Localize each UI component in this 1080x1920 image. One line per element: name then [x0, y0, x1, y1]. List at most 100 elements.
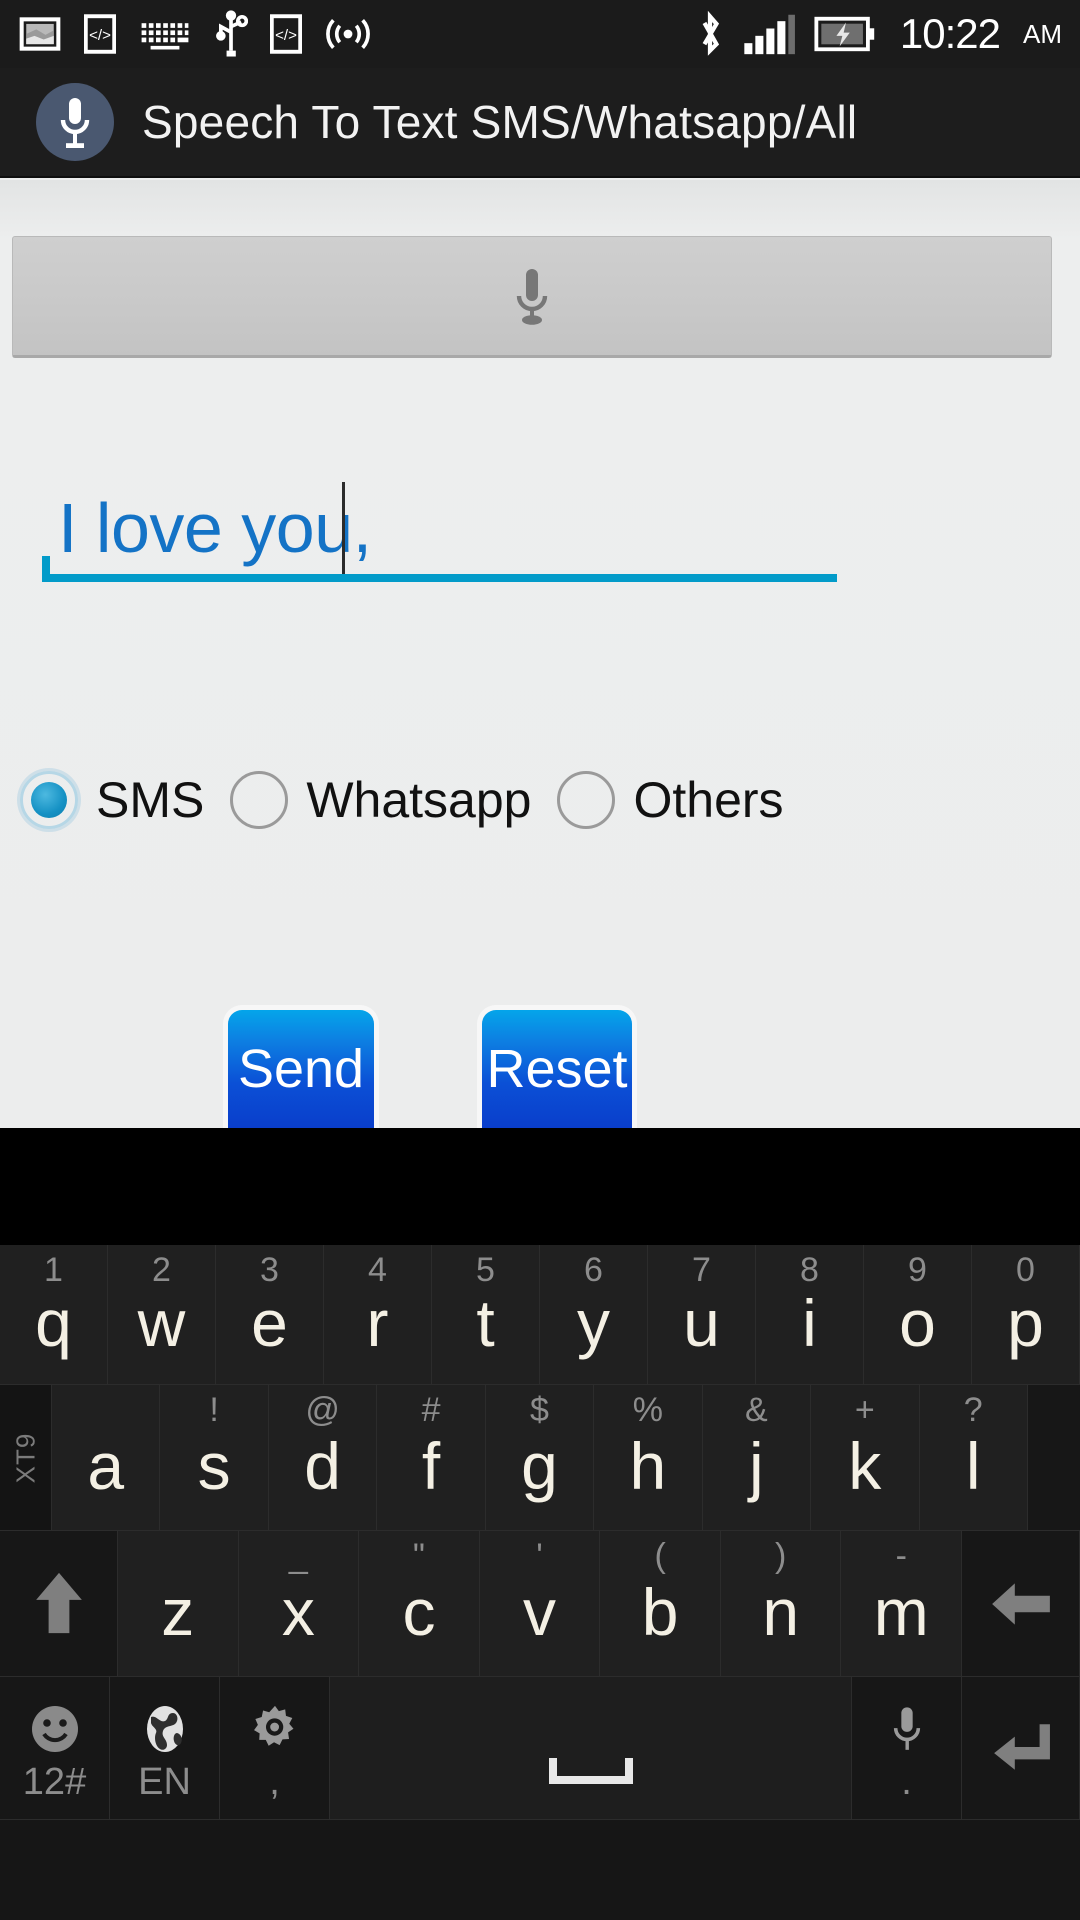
key-alt-h: % — [632, 1391, 664, 1429]
key-i[interactable]: 8i — [756, 1245, 864, 1385]
key-y[interactable]: 6y — [540, 1245, 648, 1385]
send-button[interactable]: Send — [228, 1010, 374, 1128]
key-main-z: z — [161, 1574, 195, 1649]
key-main-q: q — [35, 1285, 72, 1360]
radio-dot-sms — [31, 782, 67, 818]
key-r[interactable]: 4r — [324, 1245, 432, 1385]
speech-text-value: I love you, — [58, 489, 372, 567]
key-main-b: b — [641, 1574, 679, 1649]
key-l[interactable]: ? l — [919, 1385, 1028, 1531]
status-bar-left-icons: </> </> — [18, 10, 694, 58]
gear-icon — [250, 1703, 300, 1758]
globe-icon — [141, 1703, 189, 1760]
key-x[interactable]: _ x — [238, 1531, 360, 1677]
space-key[interactable] — [330, 1677, 852, 1820]
key-alt-p: 0 — [1016, 1251, 1035, 1289]
key-alt-m: - — [895, 1537, 907, 1575]
key-main-m: m — [873, 1574, 929, 1649]
svg-text:</>: </> — [89, 27, 111, 44]
key-g[interactable]: $ g — [485, 1385, 595, 1531]
key-main-r: r — [366, 1285, 389, 1360]
radio-circle-others — [557, 771, 616, 829]
key-j[interactable]: & j — [702, 1385, 812, 1531]
key-main-o: o — [899, 1285, 936, 1360]
key-alt-r: 4 — [368, 1251, 387, 1289]
key-alt-e: 3 — [260, 1251, 279, 1289]
key-t[interactable]: 5t — [432, 1245, 540, 1385]
key-alt-w: 2 — [152, 1251, 171, 1289]
action-buttons-row: Send Reset — [0, 1010, 1080, 1128]
phone-screen: </> </> 10:22 AM Speech To Text SMS/What… — [0, 0, 1080, 1920]
on-screen-keyboard: 1q 2w 3e 4r 5t 6y 7u 8i 9o 0p XT9 a ! s @… — [0, 1245, 1080, 1920]
backspace-arrow-icon — [991, 1582, 1050, 1625]
key-u[interactable]: 7u — [648, 1245, 756, 1385]
key-m[interactable]: -m — [841, 1531, 963, 1677]
key-main-u: u — [683, 1285, 720, 1360]
shift-key[interactable] — [0, 1531, 118, 1677]
text-caret — [342, 482, 345, 574]
key-s[interactable]: ! s — [160, 1385, 269, 1531]
key-alt-s: ! — [209, 1391, 219, 1429]
key-q[interactable]: 1q — [0, 1245, 108, 1385]
svg-text:</>: </> — [275, 27, 297, 44]
screenshot-icon — [19, 17, 61, 51]
key-main-i: i — [802, 1285, 817, 1360]
key-alt-k: + — [854, 1391, 875, 1429]
key-w[interactable]: 2w — [108, 1245, 216, 1385]
backspace-key[interactable] — [962, 1531, 1080, 1677]
key-h[interactable]: % h — [594, 1385, 703, 1531]
key-f[interactable]: # f — [377, 1385, 486, 1531]
radio-option-whatsapp[interactable]: Whatsapp — [230, 771, 531, 829]
key-main-k: k — [848, 1428, 882, 1503]
keyboard-row-1: 1q 2w 3e 4r 5t 6y 7u 8i 9o 0p — [0, 1245, 1080, 1385]
enter-key[interactable] — [962, 1677, 1080, 1820]
key-o[interactable]: 9o — [864, 1245, 972, 1385]
app-microphone-icon — [36, 83, 114, 161]
key-main-a: a — [87, 1428, 125, 1503]
keyboard-suggestion-bar[interactable] — [0, 1128, 1080, 1245]
status-bar-clock: 10:22 — [899, 10, 1001, 57]
status-bar: </> </> 10:22 AM — [0, 0, 1080, 68]
key-alt-u: 7 — [692, 1251, 711, 1289]
key-alt-x: _ — [288, 1537, 308, 1575]
reset-button[interactable]: Reset — [482, 1010, 632, 1128]
keyboard-row-4: 12# EN , . — [0, 1677, 1080, 1820]
key-a[interactable]: a — [52, 1385, 161, 1531]
key-main-g: g — [521, 1428, 558, 1503]
key-z[interactable]: z — [118, 1531, 239, 1677]
key-e[interactable]: 3e — [216, 1245, 324, 1385]
emoji-symbols-key[interactable]: 12# — [0, 1677, 110, 1820]
period-key-label: . — [901, 1761, 912, 1803]
language-key-label: EN — [138, 1761, 191, 1803]
key-n[interactable]: ) n — [720, 1531, 842, 1677]
page-title: Speech To Text SMS/Whatsapp/All — [142, 96, 858, 148]
radio-option-others[interactable]: Others — [557, 771, 784, 829]
key-main-s: s — [197, 1428, 231, 1503]
key-main-w: w — [137, 1285, 186, 1360]
key-alt-i: 8 — [800, 1251, 819, 1289]
keyboard-row-2: XT9 a ! s @ d # f $ g % h & j + k ? l — [0, 1385, 1080, 1531]
speech-text-field[interactable]: I love you, — [42, 442, 1022, 582]
speech-record-button[interactable] — [12, 236, 1052, 358]
keyboard-row-3: z _ x " c ' v (b ) n -m — [0, 1531, 1080, 1677]
key-k[interactable]: + k — [811, 1385, 920, 1531]
bluetooth-icon — [702, 10, 719, 56]
voice-input-key[interactable]: . — [852, 1677, 962, 1820]
language-key[interactable]: EN — [110, 1677, 220, 1820]
key-main-p: p — [1007, 1285, 1044, 1360]
key-alt-c: " — [412, 1537, 425, 1575]
enter-arrow-icon — [993, 1724, 1050, 1770]
key-c[interactable]: " c — [359, 1531, 480, 1677]
key-alt-n: ) — [775, 1537, 787, 1575]
key-p[interactable]: 0p — [972, 1245, 1080, 1385]
key-v[interactable]: ' v — [479, 1531, 601, 1677]
key-main-x: x — [281, 1574, 315, 1649]
settings-comma-key[interactable]: , — [220, 1677, 330, 1820]
keyboard-icon — [141, 23, 189, 50]
battery-charging-icon — [814, 16, 875, 52]
key-d[interactable]: @ d — [268, 1385, 378, 1531]
key-b[interactable]: (b — [600, 1531, 721, 1677]
key-alt-d: @ — [305, 1391, 340, 1429]
radio-option-sms[interactable]: SMS — [20, 771, 204, 829]
key-main-f: f — [421, 1428, 441, 1503]
